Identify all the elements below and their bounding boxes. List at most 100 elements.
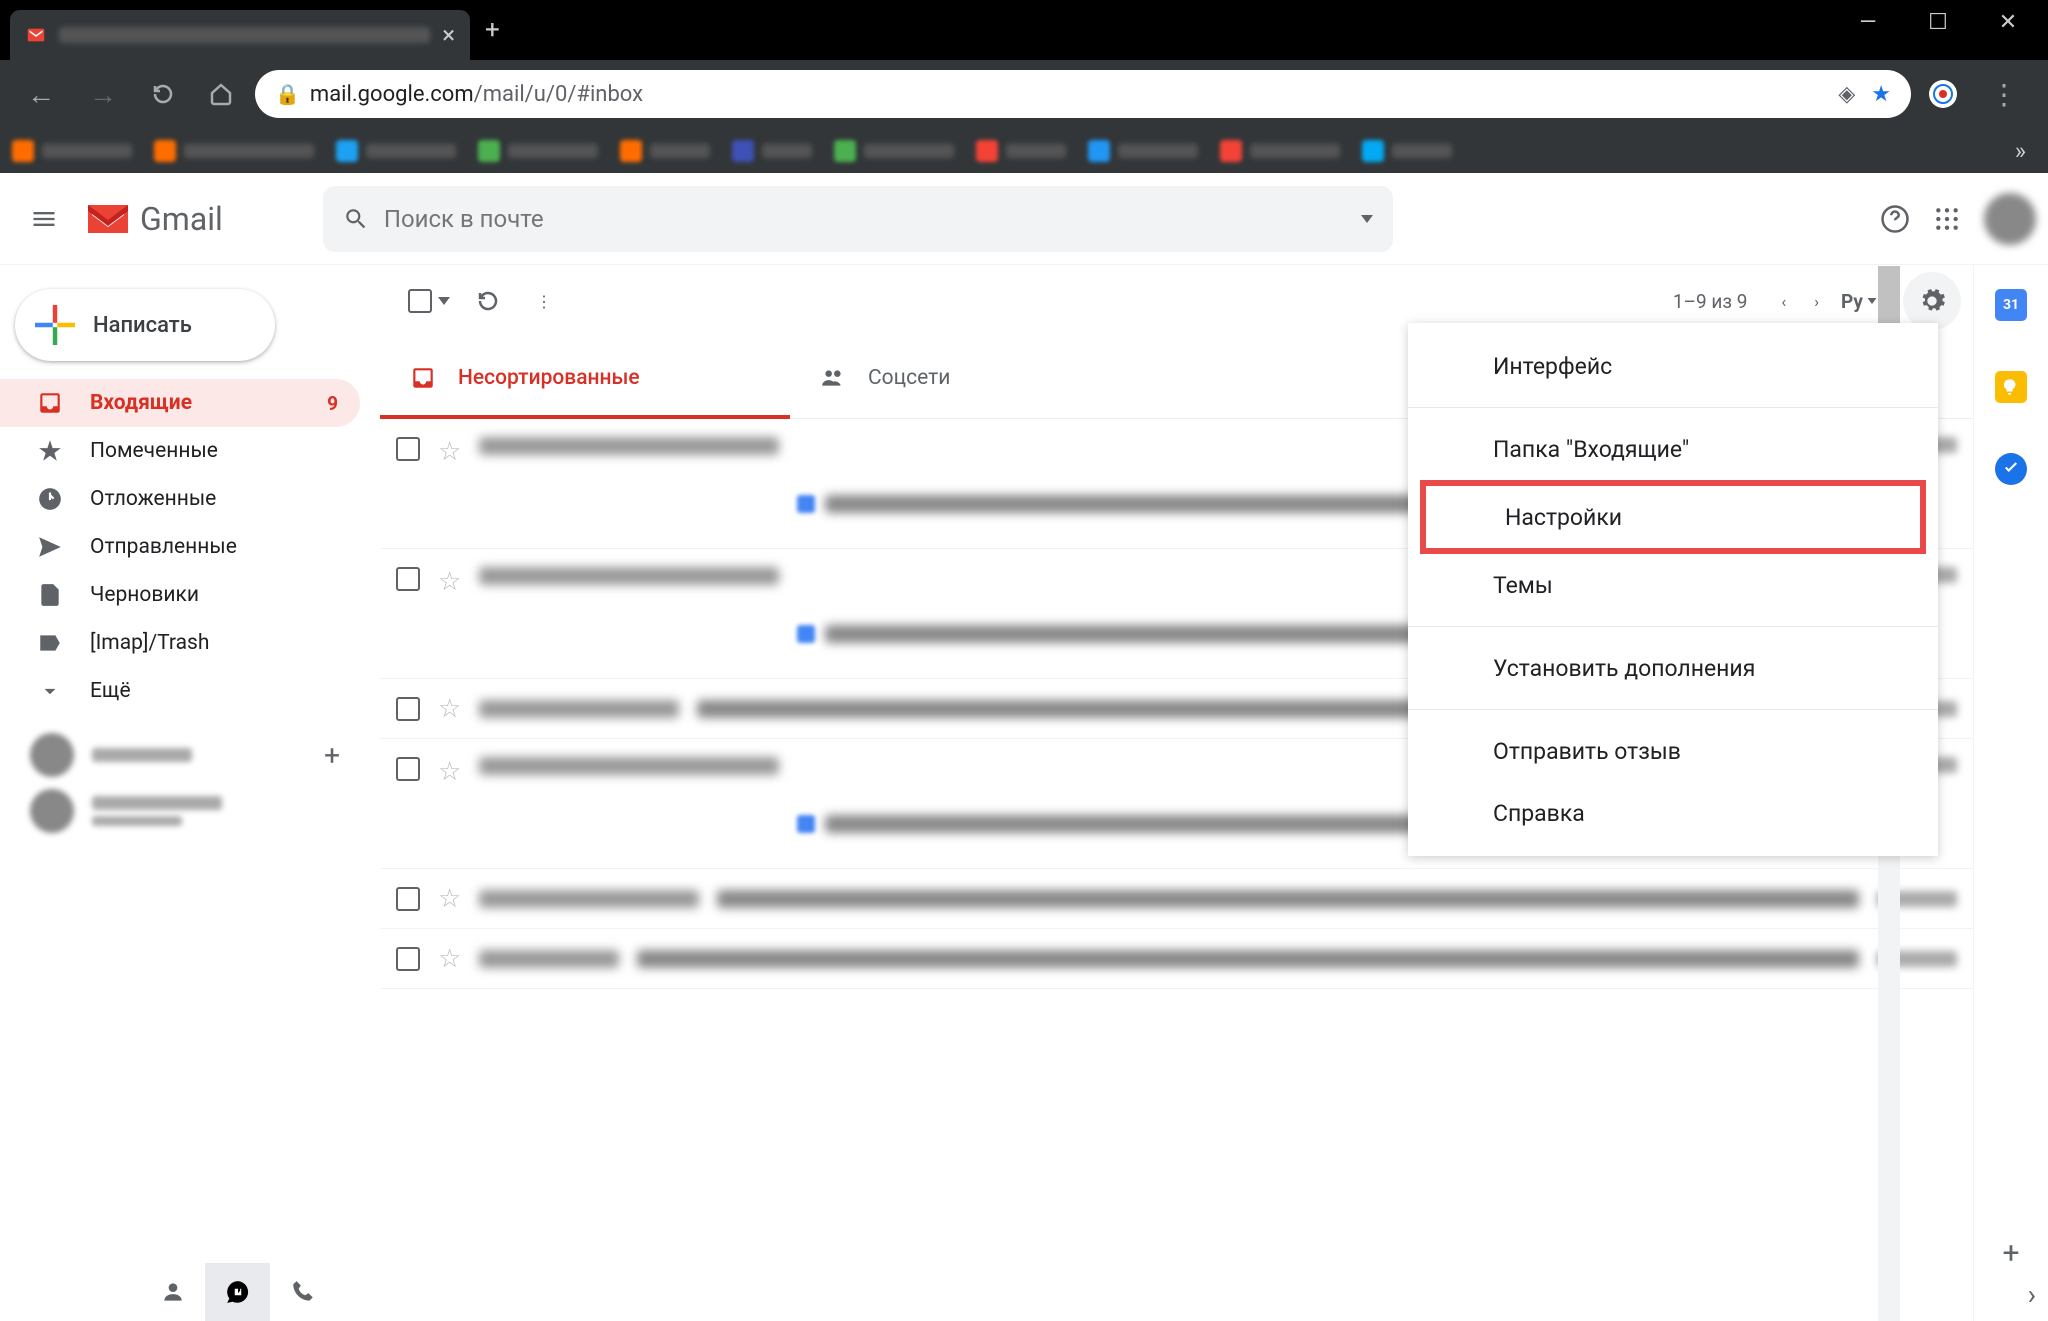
email-star-icon[interactable]: ☆ [438,694,461,724]
add-app-button[interactable]: + [2002,1236,2019,1321]
next-page-button[interactable]: › [1800,280,1833,323]
back-button[interactable]: ← [15,78,67,111]
forward-button[interactable]: → [77,78,129,111]
email-star-icon[interactable]: ☆ [438,944,461,974]
label-icon [36,629,64,657]
email-checkbox[interactable] [396,757,420,781]
hangouts-avatar [30,733,74,777]
bookmark-item[interactable] [1220,140,1340,162]
email-row[interactable]: ☆ [380,869,1973,929]
compose-label: Написать [93,313,192,338]
bookmark-item[interactable] [12,140,132,162]
bookmarks-overflow-button[interactable]: » [2015,137,2036,165]
prev-page-button[interactable]: ‹ [1767,280,1800,323]
side-panel-toggle-icon[interactable]: › [2028,1278,2036,1311]
select-all-checkbox[interactable] [400,281,458,321]
sidebar-item-starred[interactable]: Помеченные [0,427,360,475]
hangouts-contact[interactable] [0,789,380,833]
browser-tab[interactable]: × [10,10,470,60]
tab-primary[interactable]: Несортированные [380,337,790,419]
compose-button[interactable]: Написать [15,289,275,361]
email-checkbox[interactable] [396,437,420,461]
refresh-button[interactable] [458,277,518,325]
url-text: mail.google.com/mail/u/0/#inbox [310,82,1822,107]
hangouts-avatar [30,789,74,833]
gmail-logo-text: Gmail [140,200,223,238]
main-menu-button[interactable] [12,193,76,245]
bookmark-item[interactable] [478,140,598,162]
bookmark-item[interactable] [976,140,1066,162]
sidebar-item-sent[interactable]: Отправленные [0,523,360,571]
hangouts-chat-button[interactable] [205,1263,270,1321]
hangouts-user-row[interactable]: + [0,733,380,777]
browser-menu-button[interactable]: ⋮ [1975,78,2033,111]
search-dropdown-icon[interactable] [1361,215,1373,223]
sidebar-item-snoozed[interactable]: Отложенные [0,475,360,523]
gmail-logo[interactable]: Gmail [84,200,223,238]
window-maximize-button[interactable]: ☐ [1918,10,1958,35]
translate-icon[interactable]: ◈ [1838,82,1855,107]
address-bar[interactable]: 🔒 mail.google.com/mail/u/0/#inbox ◈ ★ [255,70,1911,118]
bookmark-item[interactable] [834,140,954,162]
sidebar-item-more[interactable]: Ещё [0,667,360,715]
send-icon [36,533,64,561]
people-icon [820,365,846,391]
bookmark-item[interactable] [154,140,314,162]
email-checkbox[interactable] [396,887,420,911]
email-row[interactable]: ☆ [380,929,1973,989]
hangouts-add-button[interactable]: + [324,739,340,772]
settings-menu-addons[interactable]: Установить дополнения [1408,637,1938,699]
sidebar-item-trash[interactable]: [Imap]/Trash [0,619,360,667]
settings-menu-help[interactable]: Справка [1408,782,1938,844]
help-button[interactable] [1868,192,1922,246]
hangouts-phone-button[interactable] [270,1263,335,1321]
settings-menu-settings[interactable]: Настройки [1426,486,1920,548]
reload-button[interactable] [139,82,187,106]
settings-menu-themes[interactable]: Темы [1408,554,1938,616]
chevron-down-icon [36,677,64,705]
settings-menu-density[interactable]: Интерфейс [1408,335,1938,397]
search-bar[interactable] [323,186,1393,252]
settings-gear-button[interactable] [1903,272,1961,330]
email-star-icon[interactable]: ☆ [438,437,461,467]
email-star-icon[interactable]: ☆ [438,567,461,597]
email-checkbox[interactable] [396,697,420,721]
file-icon [36,581,64,609]
tab-social[interactable]: Соцсети [790,337,980,419]
bookmark-item[interactable] [732,140,812,162]
sidebar-item-inbox[interactable]: Входящие 9 [0,379,360,427]
email-checkbox[interactable] [396,947,420,971]
clock-icon [36,485,64,513]
tab-close-button[interactable]: × [442,21,455,49]
window-minimize-button[interactable]: — [1848,10,1888,35]
extension-icon[interactable] [1929,80,1957,108]
keep-app-button[interactable] [1995,371,2027,403]
bookmarks-bar: » [0,128,2048,173]
email-star-icon[interactable]: ☆ [438,884,461,914]
tasks-app-button[interactable] [1995,453,2027,485]
window-close-button[interactable]: ✕ [1988,10,2028,35]
bookmark-item[interactable] [1088,140,1198,162]
bookmark-star-icon[interactable]: ★ [1871,82,1891,107]
home-button[interactable] [197,82,245,106]
sidebar-item-drafts[interactable]: Черновики [0,571,360,619]
apps-button[interactable] [1922,194,1972,244]
email-checkbox[interactable] [396,567,420,591]
inbox-icon [36,389,64,417]
new-tab-button[interactable]: + [485,15,500,60]
search-input[interactable] [384,205,1346,233]
calendar-app-button[interactable]: 31 [1995,289,2027,321]
hangouts-contacts-button[interactable] [140,1263,205,1321]
more-actions-button[interactable]: ⋮ [518,280,570,323]
gmail-header: Gmail [0,173,2048,265]
bookmark-item[interactable] [620,140,710,162]
bookmark-item[interactable] [336,140,456,162]
settings-menu-inbox[interactable]: Папка "Входящие" [1408,418,1938,480]
email-star-icon[interactable]: ☆ [438,757,461,787]
inbox-icon [410,365,436,391]
content-area: ⋮ 1–9 из 9 ‹ › Ру Интерфейс [380,265,1973,1321]
browser-toolbar: ← → 🔒 mail.google.com/mail/u/0/#inbox ◈ … [0,60,2048,128]
bookmark-item[interactable] [1362,140,1452,162]
settings-menu-feedback[interactable]: Отправить отзыв [1408,720,1938,782]
account-avatar[interactable] [1984,193,2036,245]
